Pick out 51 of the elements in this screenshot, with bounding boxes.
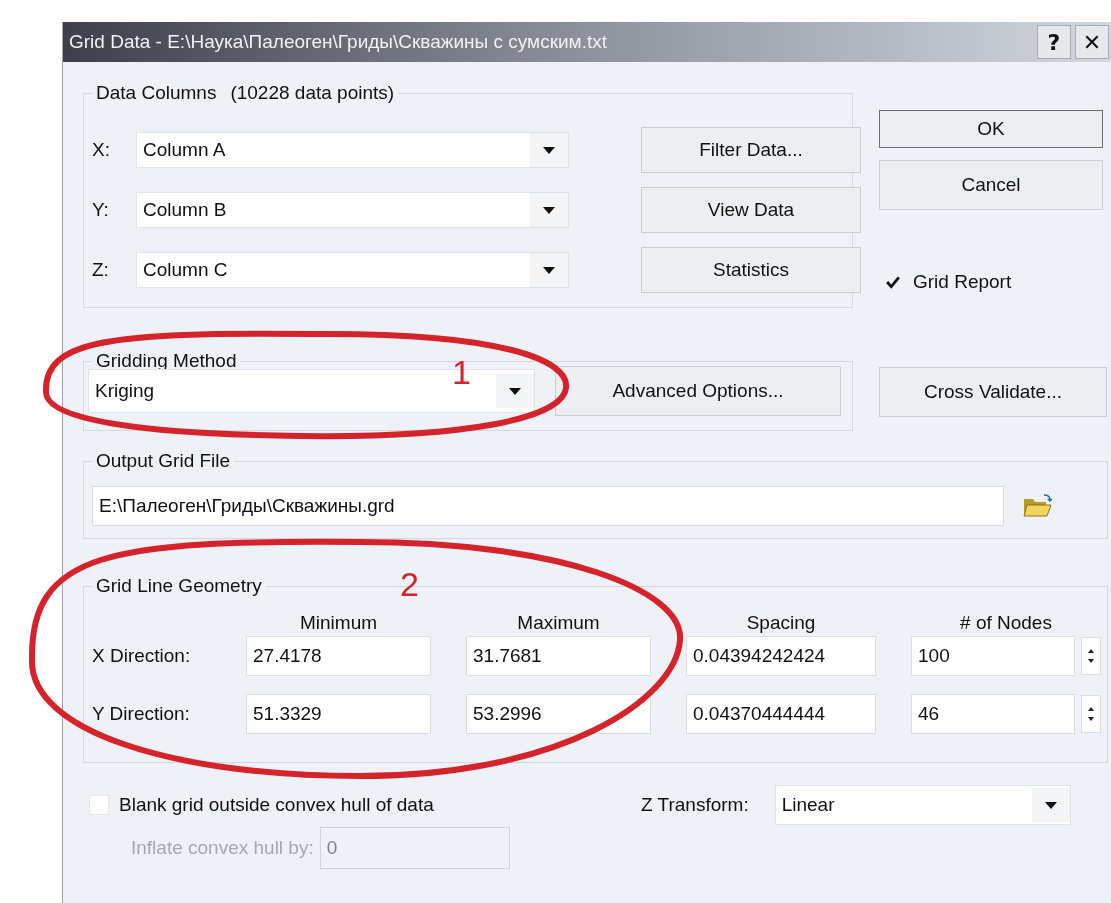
caret-icon bbox=[543, 266, 555, 274]
axis-label: Y: bbox=[92, 199, 110, 221]
action-button[interactable]: Statistics bbox=[641, 247, 861, 293]
action-button[interactable]: Cross Validate... bbox=[879, 367, 1107, 417]
caret-icon bbox=[509, 387, 521, 395]
axis-label: Z: bbox=[92, 259, 110, 281]
dialog-button[interactable]: Cancel bbox=[879, 160, 1103, 210]
group-label: Output Grid File bbox=[96, 450, 231, 472]
number-field[interactable]: 53.2996 bbox=[466, 694, 651, 734]
annotation-number: 2 bbox=[400, 565, 419, 603]
close-button[interactable]: ✕ bbox=[1075, 25, 1109, 59]
group-label: Gridding Method bbox=[96, 350, 237, 372]
spinner-icon[interactable] bbox=[1081, 637, 1101, 675]
dialog-button[interactable]: OK bbox=[879, 110, 1103, 148]
number-field[interactable]: 31.7681 bbox=[466, 636, 651, 676]
folder-icon[interactable] bbox=[1022, 493, 1052, 519]
number-field[interactable]: 100 bbox=[911, 636, 1075, 676]
column-header: # of Nodes bbox=[959, 612, 1053, 634]
number-field[interactable]: 46 bbox=[911, 694, 1075, 734]
number-field[interactable]: 51.3329 bbox=[246, 694, 431, 734]
spinner-icon[interactable] bbox=[1081, 695, 1101, 733]
file-path-field[interactable]: E:\Палеоген\Гриды\Скважины.grd bbox=[92, 486, 1004, 526]
number-field[interactable]: 27.4178 bbox=[246, 636, 431, 676]
caret-icon bbox=[543, 146, 555, 154]
checkbox-label: Grid Report bbox=[913, 271, 1012, 293]
column-header: Spacing bbox=[745, 612, 817, 634]
axis-label: X: bbox=[92, 139, 111, 161]
dropdown[interactable]: Column C bbox=[136, 252, 569, 288]
data-point-count: (10228 data points) bbox=[230, 82, 395, 104]
dropdown[interactable]: Column B bbox=[136, 192, 569, 228]
dropdown[interactable]: Linear bbox=[774, 785, 1071, 825]
number-field[interactable]: 0.04394242424 bbox=[686, 636, 876, 676]
field-label: Inflate convex hull by: bbox=[131, 837, 314, 859]
row-label: Y Direction: bbox=[92, 703, 190, 725]
window-title: Grid Data - E:\Наука\Палеоген\Гриды\Скважины с сумским.txt bbox=[69, 31, 607, 53]
action-button[interactable]: View Data bbox=[641, 187, 861, 233]
group-label: Data Columns bbox=[96, 82, 217, 104]
row-label: X Direction: bbox=[92, 645, 191, 667]
dropdown[interactable]: Column A bbox=[136, 132, 569, 168]
checkbox-label: Blank grid outside convex hull of data bbox=[119, 794, 434, 816]
group-label: Grid Line Geometry bbox=[96, 575, 262, 597]
help-button[interactable]: ? bbox=[1037, 25, 1071, 59]
checkbox[interactable] bbox=[89, 795, 109, 815]
field-label: Z Transform: bbox=[641, 794, 749, 816]
action-button[interactable]: Advanced Options... bbox=[555, 366, 841, 416]
column-header: Minimum bbox=[298, 612, 379, 634]
column-header: Maximum bbox=[516, 612, 601, 634]
caret-icon bbox=[1044, 801, 1057, 809]
number-field[interactable]: 0.04370444444 bbox=[686, 694, 876, 734]
caret-icon bbox=[543, 206, 555, 214]
action-button[interactable]: Filter Data... bbox=[641, 127, 861, 173]
